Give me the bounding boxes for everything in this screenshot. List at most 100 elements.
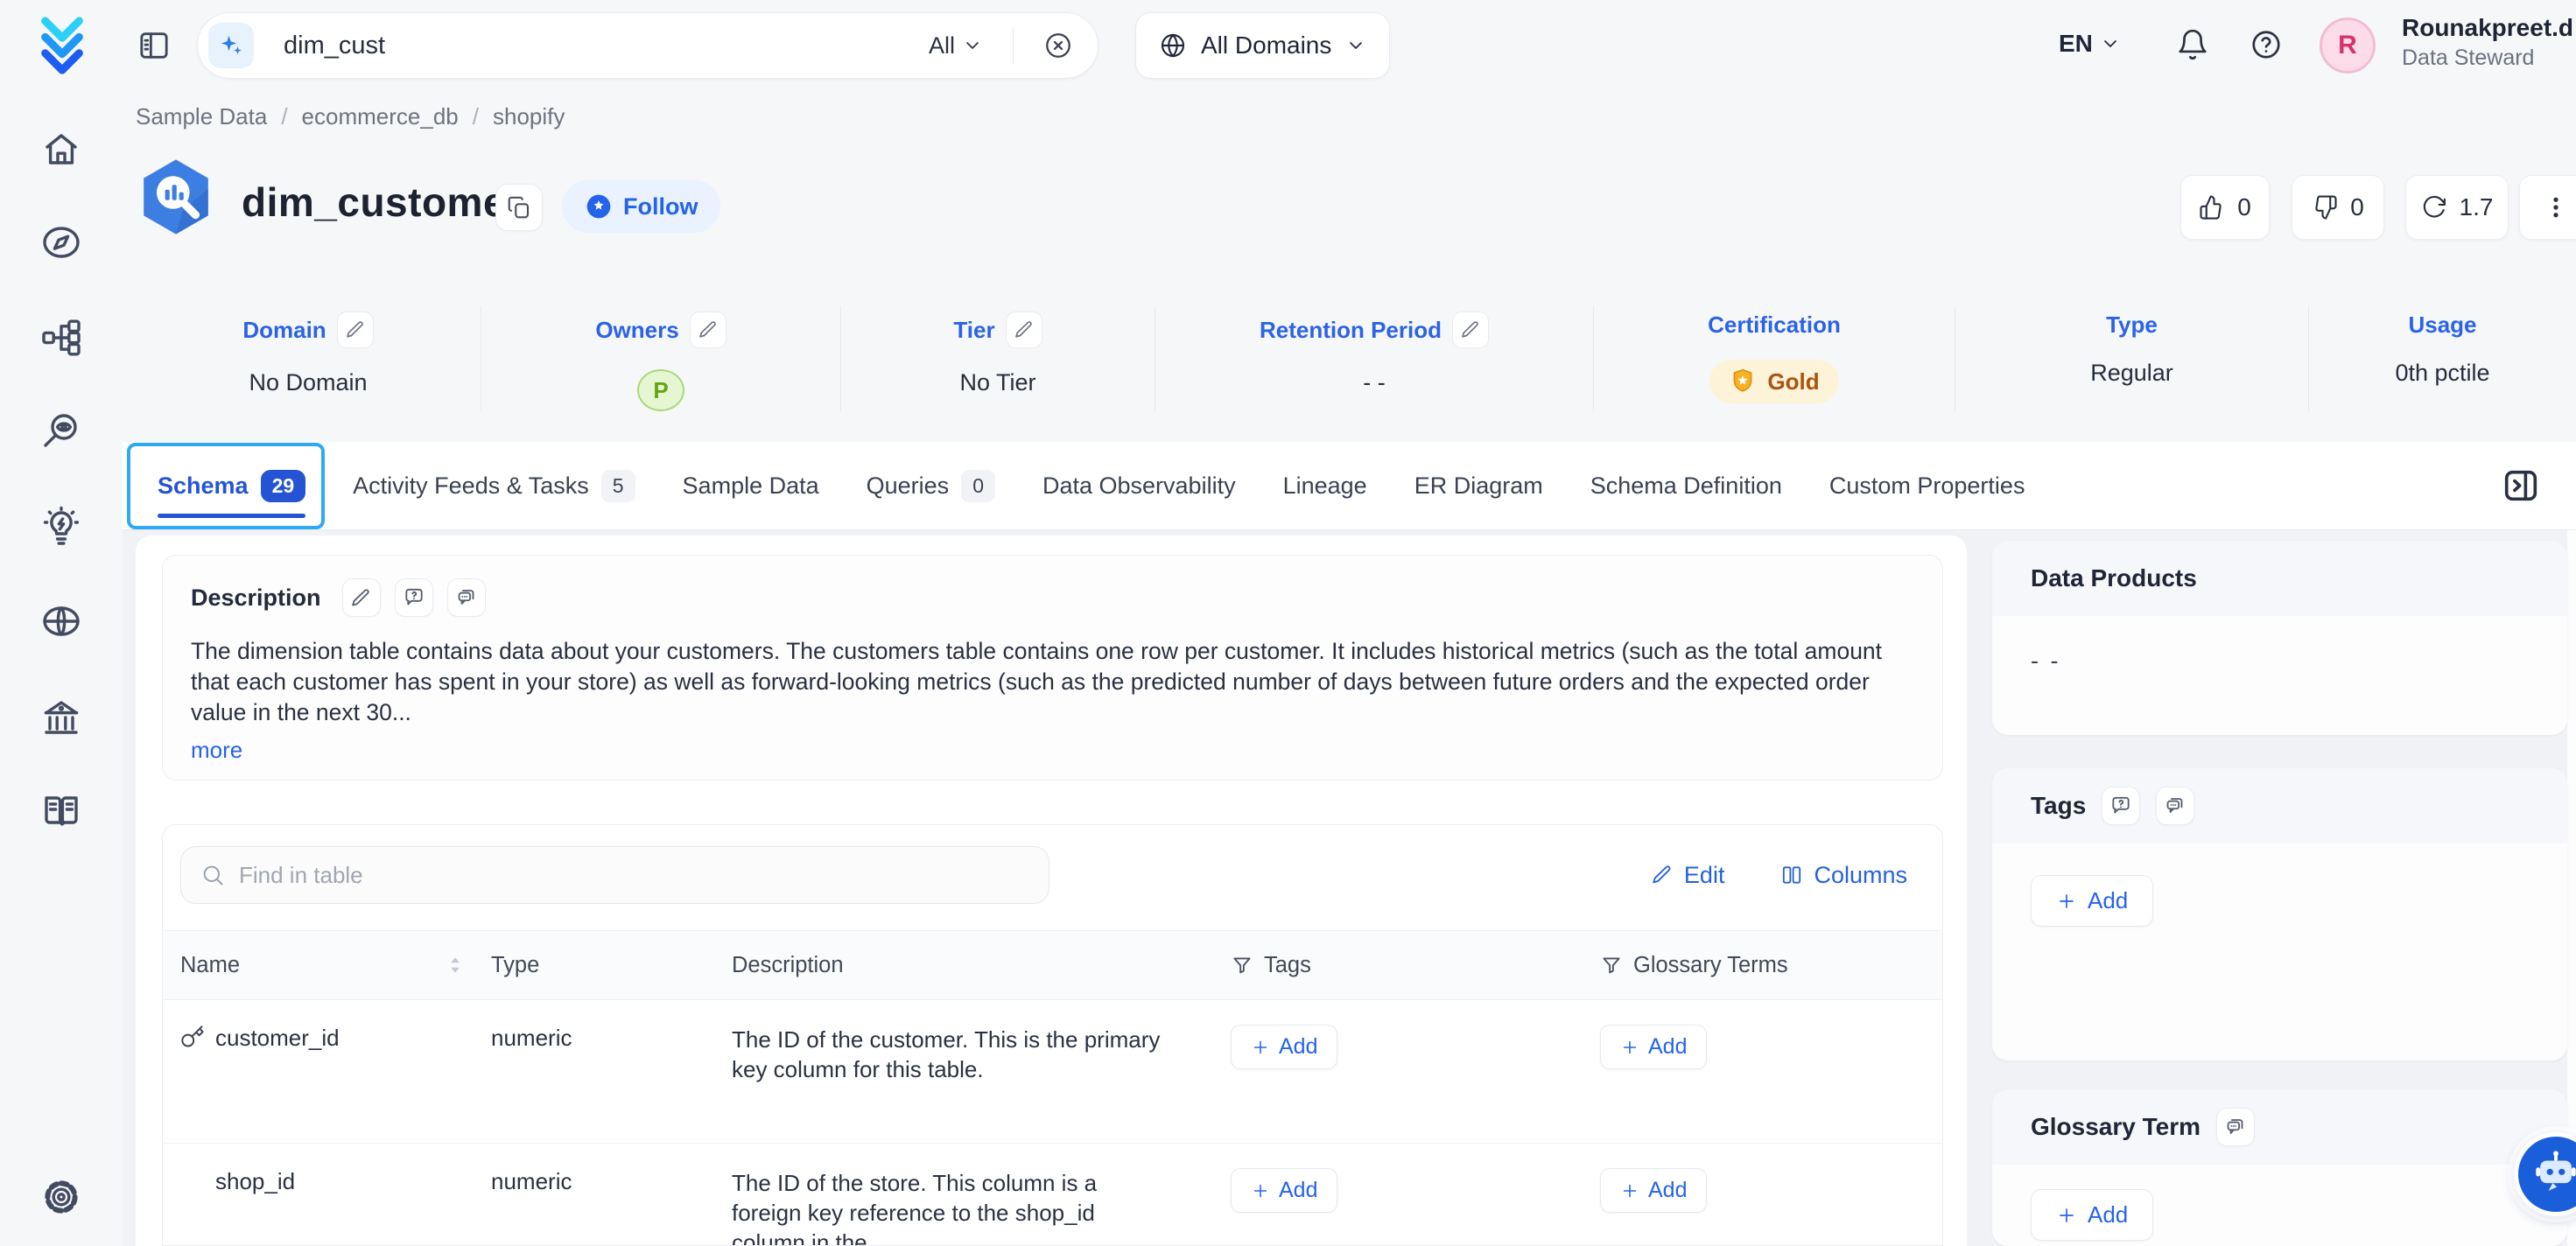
tab-schema[interactable]: Schema 29 [158,442,305,529]
column-name: customer_id [215,1025,340,1052]
search-scope-label: All [929,32,955,60]
add-tag-button[interactable]: Add [1231,1168,1337,1213]
tab-er-diagram[interactable]: ER Diagram [1414,442,1543,529]
tier-value: No Tier [959,369,1035,396]
tags-card: Tags Add [1992,768,2567,1060]
description-title: Description [191,584,321,612]
settings-gear-icon[interactable] [35,1171,88,1223]
more-actions-button[interactable] [2519,175,2576,240]
find-in-table-input[interactable] [239,862,1029,889]
add-glossary-term-button[interactable]: Add [2031,1189,2153,1241]
tags-comment-icon[interactable] [2102,787,2140,825]
meta-usage: Usage 0th pctile [2309,306,2576,411]
help-icon[interactable] [2250,28,2283,61]
nav-glossary-icon[interactable] [35,783,88,836]
column-name: shop_id [215,1168,295,1195]
add-glossary-term-button[interactable]: Add [1600,1168,1707,1213]
add-glossary-term-button[interactable]: Add [1600,1025,1707,1069]
edit-retention-icon[interactable] [1452,312,1489,348]
data-products-card: Data Products - - [1992,541,2567,735]
app-window: All All Domains EN R Rounakpreet.d Data [0,0,2576,1246]
tab-lineage[interactable]: Lineage [1283,442,1367,529]
certification-value: Gold [1767,368,1819,396]
asset-metadata-row: Domain No Domain Owners P Tier No Tier R… [136,306,2576,411]
edit-button[interactable]: Edit [1651,862,1725,889]
tier-label: Tier [953,317,994,344]
type-label: Type [2106,312,2158,339]
table-row[interactable]: shop_id numeric The ID of the store. Thi… [163,1144,1942,1246]
ai-sparkle-icon[interactable] [208,23,254,68]
edit-description-icon[interactable] [342,578,381,617]
downvote-button[interactable]: 0 [2292,175,2384,240]
thumbs-down-icon [2312,194,2338,220]
collapse-panel-icon[interactable] [2501,466,2541,506]
breadcrumb-database[interactable]: ecommerce_db [302,103,459,130]
edit-owners-icon[interactable] [690,312,726,348]
table-row[interactable]: customer_id numeric The ID of the custom… [163,1000,1942,1144]
search-input[interactable] [284,32,899,60]
meta-tier: Tier No Tier [841,306,1155,411]
edit-tier-icon[interactable] [1006,312,1042,348]
nav-web-icon[interactable] [35,595,88,648]
meta-domain: Domain No Domain [136,306,481,411]
breadcrumb-schema[interactable]: shopify [493,103,565,130]
tab-sample-data[interactable]: Sample Data [683,442,819,529]
nav-explore-icon[interactable] [35,216,88,269]
tags-suggestions-icon[interactable] [2156,787,2194,825]
col-header-name: Name [180,953,240,978]
tab-schema-definition[interactable]: Schema Definition [1590,442,1782,529]
column-type: numeric [491,1168,572,1195]
retention-value: - - [1363,369,1385,396]
tab-bar: Schema 29 Activity Feeds & Tasks 5 Sampl… [123,442,2576,530]
col-header-type: Type [491,953,539,978]
meta-owners: Owners P [481,306,841,411]
comment-icon[interactable] [395,578,433,617]
divider [1013,27,1014,64]
sort-icon[interactable] [446,954,465,976]
clear-search-icon[interactable] [1043,31,1073,60]
sidebar-toggle-icon[interactable] [137,28,172,63]
edit-domain-icon[interactable] [337,312,374,348]
column-type: numeric [491,1025,572,1052]
more-link[interactable]: more [191,737,242,764]
owners-label: Owners [595,317,678,344]
glossary-term-title: Glossary Term [2031,1113,2200,1141]
nav-home-icon[interactable] [35,122,88,175]
columns-icon [1780,864,1803,886]
language-dropdown[interactable]: EN [2059,30,2121,58]
atlan-logo-icon[interactable] [33,14,91,79]
glossary-term-card: Glossary Term Add [1992,1089,2567,1246]
nav-governance-icon[interactable] [35,690,88,743]
follow-button[interactable]: Follow [562,180,720,233]
add-tag-button[interactable]: Add [2031,875,2153,927]
notifications-bell-icon[interactable] [2176,28,2209,61]
glossary-suggestions-icon[interactable] [2216,1108,2255,1146]
type-value: Regular [2090,360,2173,387]
filter-icon[interactable] [1231,954,1253,976]
owner-avatar[interactable]: P [637,369,684,411]
suggestions-icon[interactable] [447,578,486,617]
all-domains-dropdown[interactable]: All Domains [1135,12,1390,79]
user-avatar[interactable]: R [2320,18,2376,74]
filter-icon[interactable] [1600,954,1623,976]
breadcrumb-connection[interactable]: Sample Data [136,103,267,130]
globe-icon [1159,32,1187,60]
nav-insights-icon[interactable] [35,500,88,553]
tab-activity-feeds[interactable]: Activity Feeds & Tasks 5 [353,442,635,529]
add-tag-button[interactable]: Add [1231,1025,1337,1069]
tab-queries[interactable]: Queries 0 [867,442,995,529]
tab-custom-properties[interactable]: Custom Properties [1829,442,2025,529]
upvote-button[interactable]: 0 [2180,175,2270,240]
popularity-score-button[interactable]: 1.7 [2405,175,2509,240]
copy-link-icon[interactable] [495,184,543,231]
col-header-tags: Tags [1264,953,1311,978]
search-scope-dropdown[interactable]: All [929,32,983,60]
columns-button[interactable]: Columns [1780,862,1907,889]
gold-shield-icon [1729,368,1757,396]
nav-discover-icon[interactable] [35,405,88,458]
tab-data-observability[interactable]: Data Observability [1042,442,1236,529]
usage-label: Usage [2408,312,2476,339]
domain-value: No Domain [249,369,367,396]
nav-workflows-icon[interactable] [35,312,88,364]
usage-value: 0th pctile [2395,360,2489,387]
